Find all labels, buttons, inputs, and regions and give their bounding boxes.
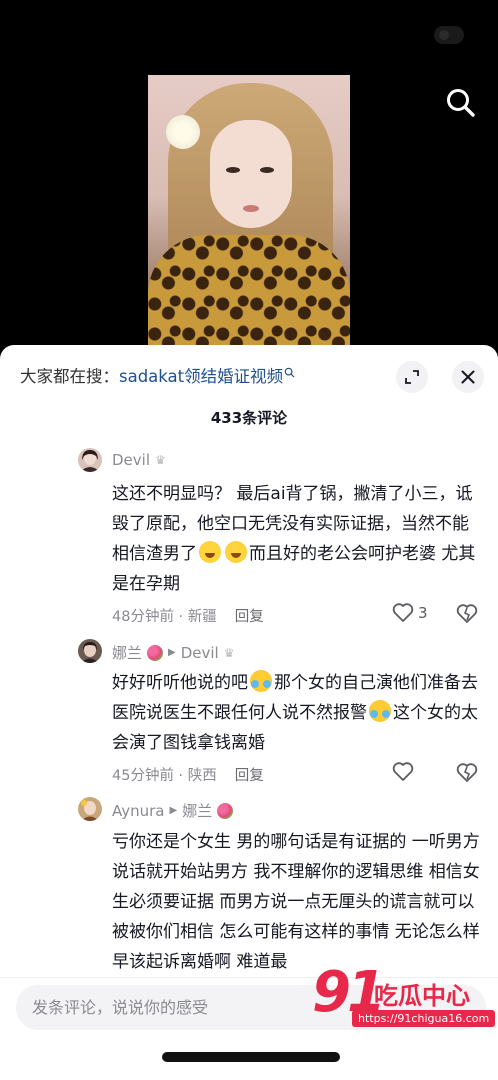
- laugh-cry-emoji-icon: [250, 670, 272, 692]
- like-button[interactable]: 3: [392, 603, 428, 623]
- expand-icon: [405, 370, 419, 384]
- status-bar: [0, 0, 498, 60]
- broken-heart-icon[interactable]: [456, 762, 478, 784]
- battery-icon: [434, 26, 464, 44]
- search-icon: [284, 367, 295, 377]
- username-text: Aynura: [112, 801, 165, 820]
- trending-search-prefix: 大家都在搜：: [20, 367, 119, 386]
- close-icon: [461, 370, 475, 384]
- comment-time-location: 45分钟前 · 陕西: [112, 768, 217, 784]
- video-frame-flower: [166, 115, 200, 149]
- bouquet-emoji-icon: [217, 802, 234, 819]
- reply-button[interactable]: 回复: [235, 768, 264, 784]
- avatar-image: [78, 797, 102, 821]
- watermark-logo: 91 吃瓜中心 https://91chigua16.com: [312, 960, 496, 1038]
- home-indicator: [162, 1052, 340, 1062]
- comment-username[interactable]: 娜兰 ▶ Devil ♛: [112, 642, 234, 663]
- comment-meta: 45分钟前 · 陕西 回复: [112, 764, 264, 785]
- avatar[interactable]: [78, 448, 102, 472]
- heart-icon: [392, 603, 414, 622]
- like-count: 3: [418, 604, 428, 622]
- video-frame-shirt: [148, 235, 350, 345]
- video-player[interactable]: [148, 75, 350, 345]
- comment-text: 好好听听他说的吧 那个女的自己演他们准备去医院说医生不跟任何人说不然报警 这个女的太…: [112, 668, 482, 758]
- video-frame-eye-left: [226, 167, 240, 173]
- reply-to-username[interactable]: 娜兰: [182, 800, 212, 821]
- comment-username[interactable]: Aynura ▶ 娜兰: [112, 800, 234, 821]
- video-frame-eye-right: [260, 167, 274, 173]
- avatar[interactable]: [78, 639, 102, 663]
- avatar-image: [78, 639, 102, 663]
- comment-text: 亏你还是个女生 男的哪句话是有证据的 一听男方说话就开始站男方 我不理解你的逻辑…: [112, 832, 480, 972]
- laugh-cry-emoji-icon: [369, 700, 391, 722]
- search-icon: [447, 89, 475, 117]
- reply-button[interactable]: 回复: [235, 609, 264, 625]
- smile-emoji-icon: [199, 541, 221, 563]
- smile-emoji-icon: [225, 541, 247, 563]
- like-button[interactable]: [392, 762, 414, 782]
- comment-text: 这还不明显吗？ 最后ai背了锅，撇清了小三，诋毁了原配，他空口无凭没有实际证据，…: [112, 479, 482, 599]
- expand-button[interactable]: [396, 361, 428, 393]
- watermark-name: 吃瓜中心: [374, 982, 470, 1010]
- heart-icon: [392, 762, 414, 781]
- comment-time-location: 48分钟前 · 新疆: [112, 609, 217, 625]
- comment-count: 433条评论: [210, 409, 288, 427]
- reply-to-username[interactable]: Devil: [181, 644, 219, 662]
- bouquet-emoji-icon: [147, 644, 164, 661]
- user-badge-icon: ♛: [223, 645, 235, 660]
- play-triangle-icon: ▶: [169, 805, 178, 816]
- search-button[interactable]: [444, 86, 478, 120]
- close-button[interactable]: [452, 361, 484, 393]
- broken-heart-icon[interactable]: [456, 603, 478, 625]
- video-frame-lips: [243, 205, 259, 212]
- trending-search-query[interactable]: sadakat领结婚证视频: [119, 363, 283, 387]
- username-text: Devil: [112, 451, 150, 469]
- user-badge-icon: ♛: [155, 453, 166, 467]
- trending-search[interactable]: 大家都在搜： sadakat领结婚证视频: [20, 363, 295, 387]
- comment-meta: 48分钟前 · 新疆 回复: [112, 605, 264, 626]
- avatar[interactable]: [78, 797, 102, 821]
- comment-sheet-header: 大家都在搜： sadakat领结婚证视频: [0, 345, 498, 407]
- play-triangle-icon: ▶: [168, 647, 176, 658]
- watermark-url: https://91chigua16.com: [352, 1010, 496, 1027]
- comment-username[interactable]: Devil ♛: [112, 451, 166, 469]
- comment-text-part: 好好听听他说的吧: [112, 673, 248, 693]
- username-text: 娜兰: [112, 644, 143, 662]
- avatar-image: [78, 448, 102, 472]
